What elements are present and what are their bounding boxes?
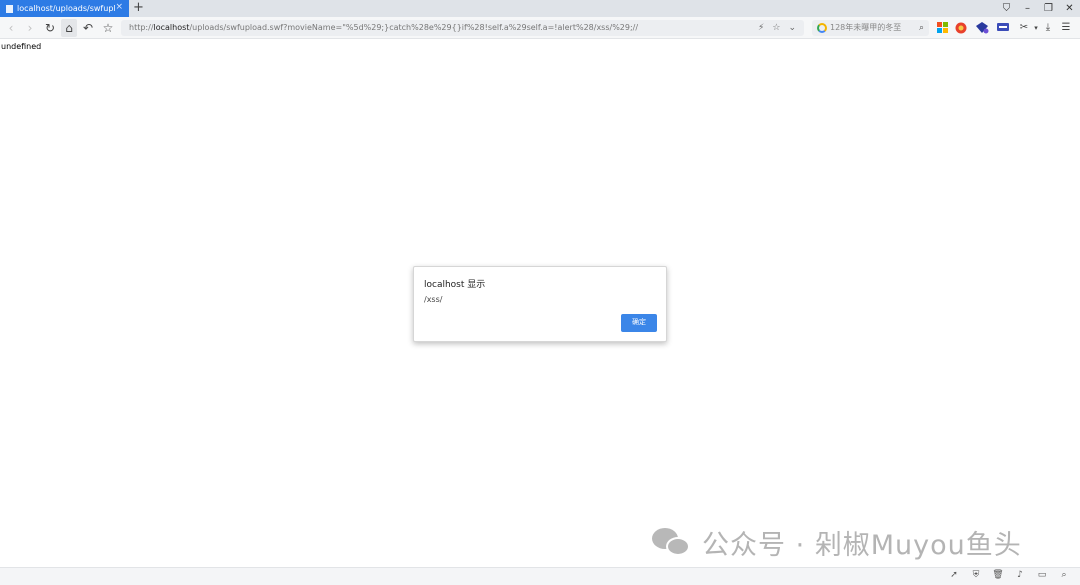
- toolbar: ‹ › ↻ ⌂ ↶ ☆ http://localhost/uploads/swf…: [0, 17, 1080, 39]
- forward-icon[interactable]: ›: [22, 19, 38, 37]
- undo-close-icon[interactable]: ↶: [80, 19, 96, 37]
- search-icon[interactable]: ⌕: [919, 20, 924, 36]
- tab-active[interactable]: localhost/uploads/swfuploa ×: [0, 0, 129, 17]
- alert-dialog: localhost 显示 /xss/ 确定: [413, 266, 667, 342]
- url-scheme: http://: [129, 23, 154, 32]
- dialog-title: localhost 显示: [424, 280, 486, 290]
- extension-shield-icon[interactable]: [976, 22, 989, 34]
- url-path: /uploads/swfupload.swf?movieName="%5d%29…: [189, 23, 639, 32]
- extension-red-icon[interactable]: [955, 22, 967, 34]
- pin-icon[interactable]: ⛉: [996, 0, 1017, 17]
- shield-icon[interactable]: ⛨: [970, 570, 982, 580]
- chevron-down-icon[interactable]: ⌄: [788, 20, 796, 36]
- address-bar[interactable]: http://localhost/uploads/swfupload.swf?m…: [121, 20, 804, 36]
- tab-strip: localhost/uploads/swfuploa × + ⛉ – ❐ ✕: [0, 0, 1080, 17]
- scissors-icon[interactable]: ✂: [1018, 22, 1030, 34]
- search-text: 128年未曝甲的冬至: [830, 23, 902, 32]
- search-engine-icon: [817, 23, 827, 33]
- new-tab-icon[interactable]: +: [133, 0, 145, 17]
- page-icon: [6, 4, 13, 13]
- volume-icon[interactable]: ♪: [1014, 570, 1026, 580]
- dialog-message: /xss/: [424, 295, 443, 304]
- status-bar: ➚ ⛨ 🗑 ♪ ▭ ⌕: [0, 567, 1080, 585]
- rocket-icon[interactable]: ➚: [948, 570, 960, 580]
- star-icon[interactable]: ☆: [772, 20, 780, 36]
- restore-icon[interactable]: ❐: [1038, 0, 1059, 17]
- home-icon[interactable]: ⌂: [61, 19, 77, 37]
- reload-icon[interactable]: ↻: [42, 19, 58, 37]
- menu-icon[interactable]: ☰: [1060, 22, 1072, 34]
- minimize-icon[interactable]: –: [1017, 0, 1038, 17]
- scissors-dropdown-icon[interactable]: ▾: [1030, 22, 1042, 34]
- flash-icon[interactable]: ⚡: [758, 20, 764, 36]
- watermark: 公众号 · 剁椒Muyou鱼头: [650, 522, 1022, 562]
- tab-close-icon[interactable]: ×: [115, 2, 123, 12]
- zoom-icon[interactable]: ⌕: [1058, 570, 1070, 580]
- page-output-text: undefined: [1, 42, 42, 51]
- apps-grid-icon[interactable]: [936, 22, 948, 34]
- watermark-text: 公众号 · 剁椒Muyou鱼头: [702, 529, 1022, 561]
- wechat-logo-icon: [650, 524, 694, 560]
- extension-card-icon[interactable]: [997, 22, 1009, 34]
- ok-button[interactable]: 确定: [621, 314, 657, 332]
- url-host: localhost: [153, 23, 190, 32]
- window-icon[interactable]: ▭: [1036, 570, 1048, 580]
- window-controls: ⛉ – ❐ ✕: [996, 0, 1080, 17]
- back-icon[interactable]: ‹: [3, 19, 19, 37]
- tab-title: localhost/uploads/swfuploa: [17, 4, 115, 13]
- download-icon[interactable]: ⤓: [1042, 22, 1054, 34]
- close-icon[interactable]: ✕: [1059, 0, 1080, 17]
- trash-icon[interactable]: 🗑: [992, 570, 1004, 580]
- search-input[interactable]: 128年未曝甲的冬至 ⌕: [812, 20, 929, 36]
- bookmark-icon[interactable]: ☆: [100, 19, 116, 37]
